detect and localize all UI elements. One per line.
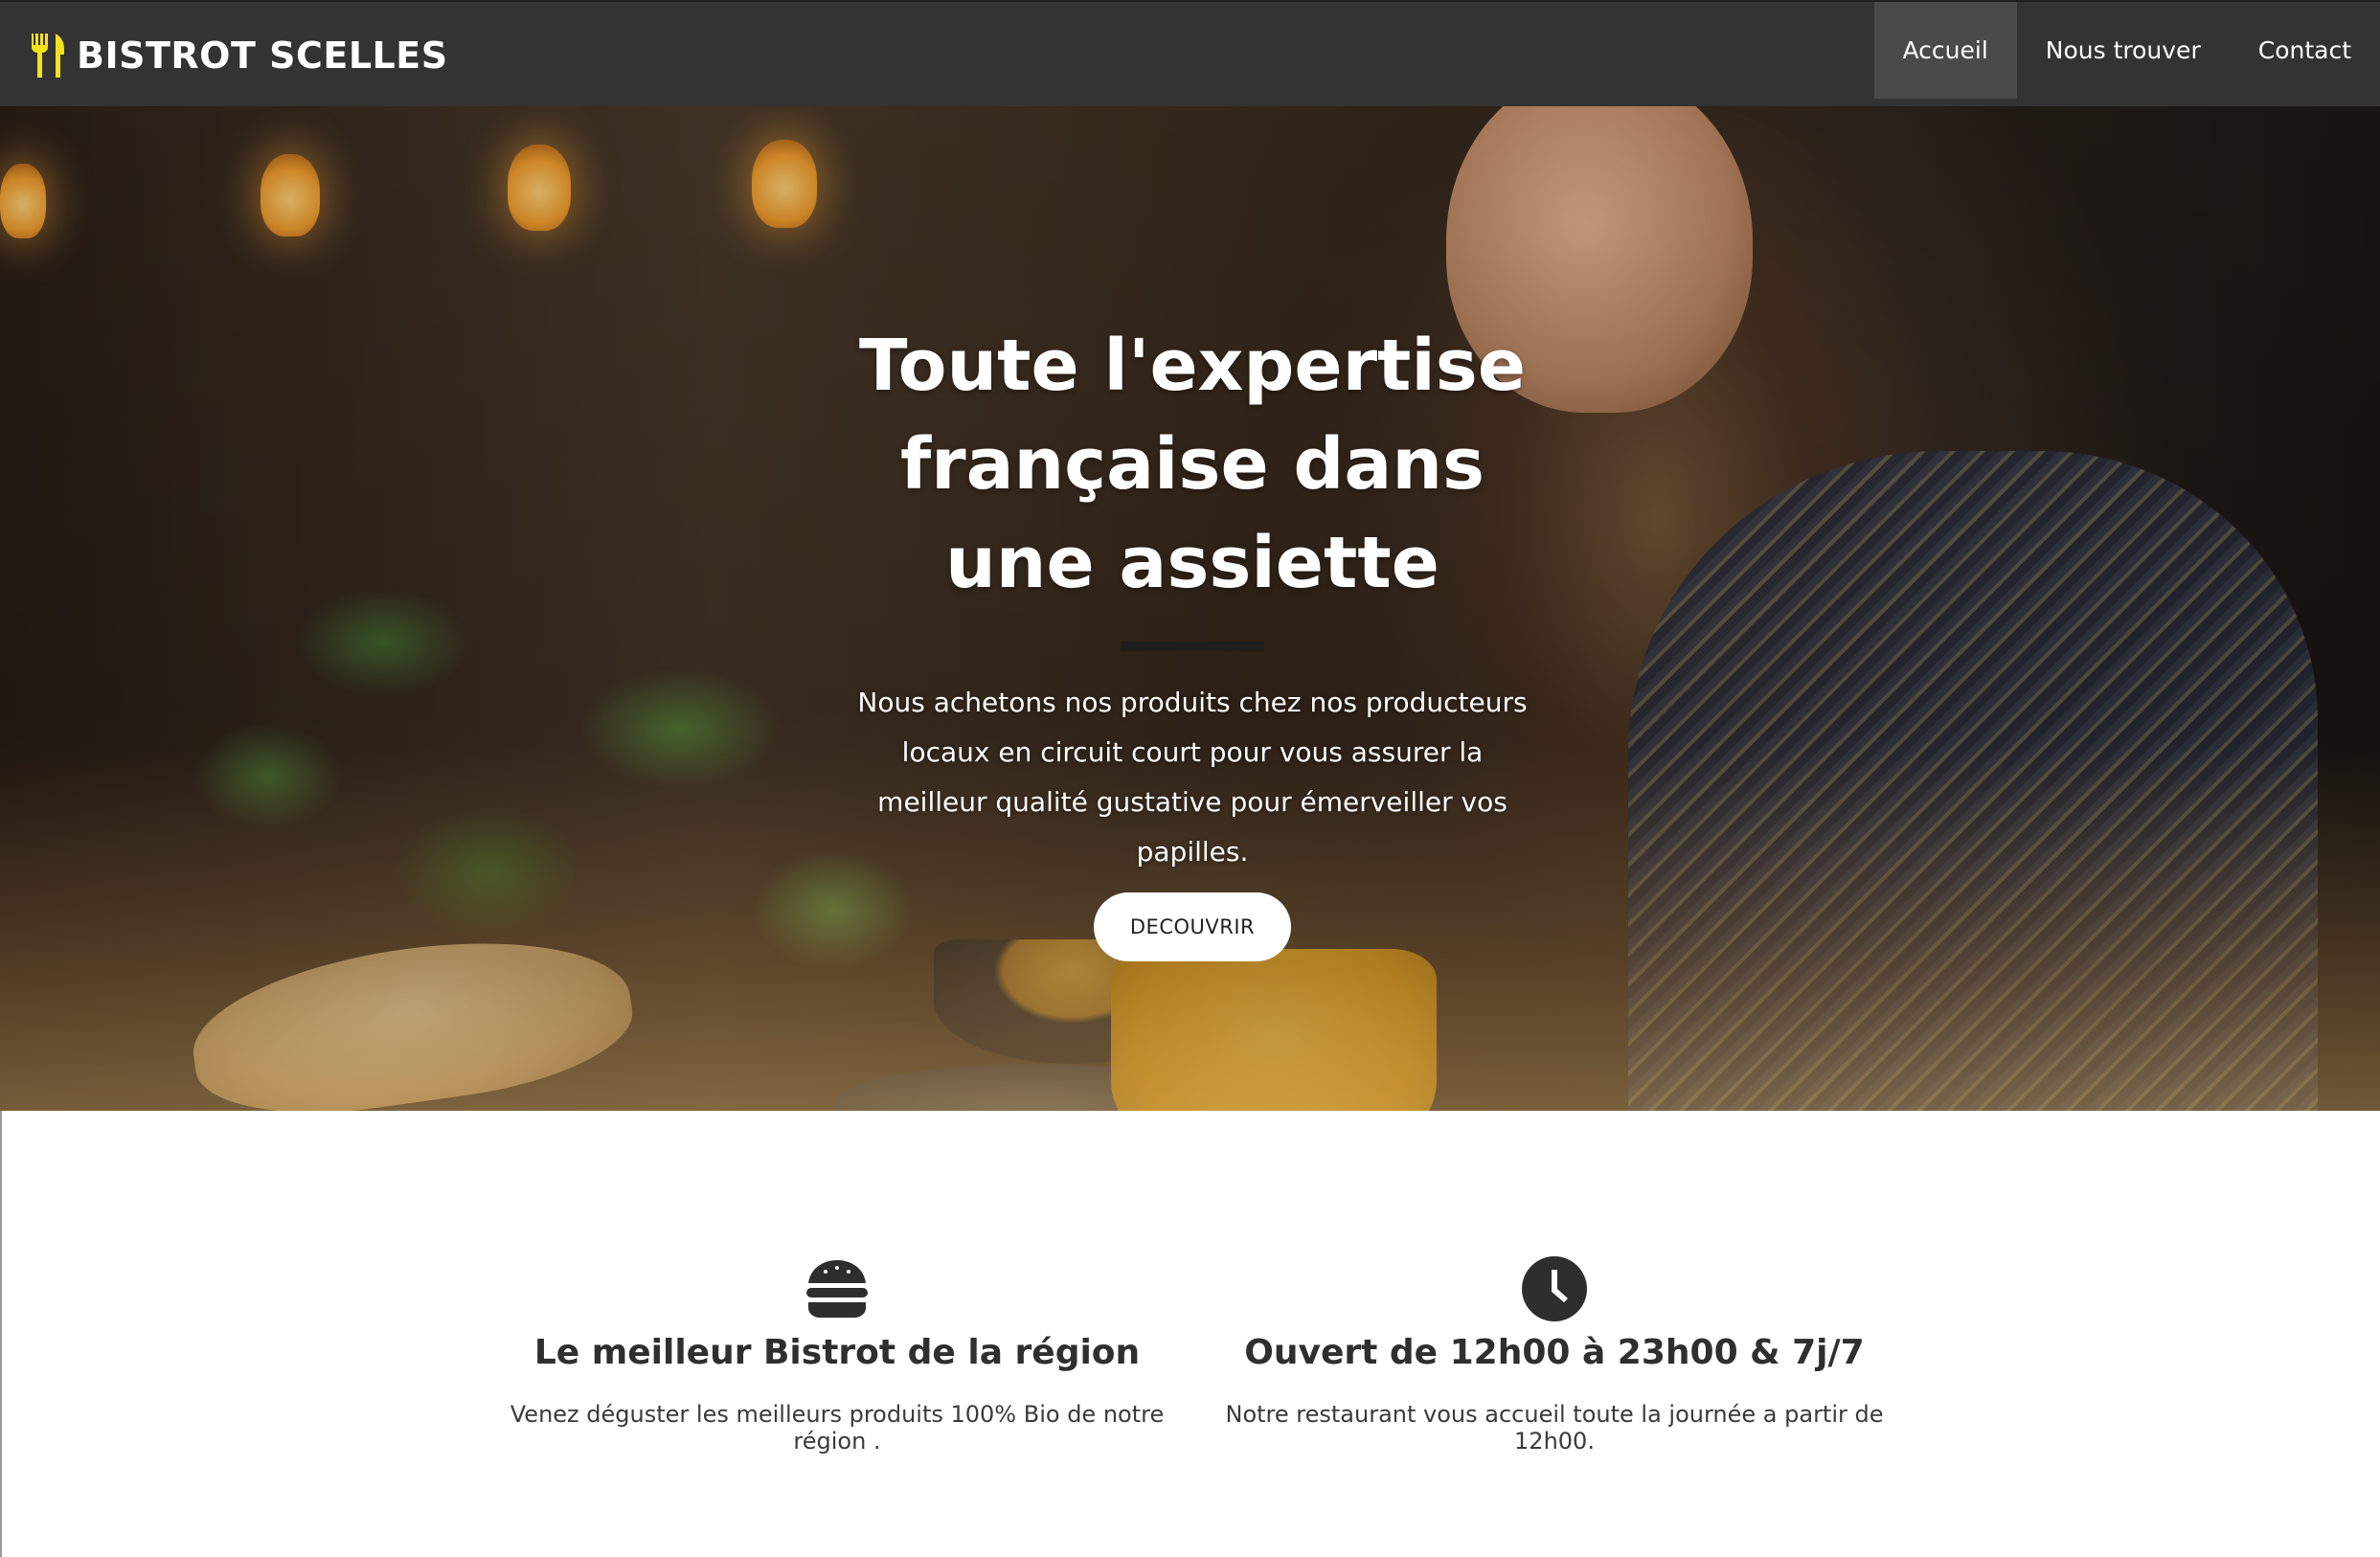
feature-title: Le meilleur Bistrot de la région [533, 1333, 1141, 1372]
brand-logo[interactable]: BISTROT SCELLES [29, 29, 448, 82]
hero-title: Toute l'expertise française dans une ass… [843, 317, 1542, 613]
feature-description: Venez déguster les meilleurs produits 10… [510, 1401, 1165, 1455]
feature-description: Notre restaurant vous accueil toute la j… [1225, 1401, 1884, 1455]
hero-section: Toute l'expertise française dans une ass… [0, 106, 2380, 1111]
hero-title-line: Toute l'expertise [858, 325, 1527, 407]
feature-opening-hours: Ouvert de 12h00 à 23h00 & 7j/7 Notre res… [1190, 1254, 1918, 1455]
utensils-icon [29, 32, 67, 79]
feature-title: Ouvert de 12h00 à 23h00 & 7j/7 [1244, 1333, 1865, 1372]
nav-menu: Accueil Nous trouver Contact [1873, 2, 2380, 99]
hero-title-line: une assiette [945, 522, 1439, 604]
hero-title-line: française dans [899, 423, 1485, 506]
hero-content: Toute l'expertise française dans une ass… [843, 317, 1542, 961]
burger-icon [473, 1254, 1201, 1323]
features-section: Le meilleur Bistrot de la région Venez d… [0, 1111, 2380, 1557]
hero-divider [1121, 642, 1264, 651]
discover-button[interactable]: DECOUVRIR [1093, 892, 1292, 961]
feature-best-bistrot: Le meilleur Bistrot de la région Venez d… [473, 1254, 1201, 1455]
brand-name: BISTROT SCELLES [77, 34, 448, 77]
hero-description: Nous achetons nos produits chez nos prod… [857, 687, 1528, 868]
navbar: BISTROT SCELLES Accueil Nous trouver Con… [0, 0, 2380, 106]
nav-item-accueil[interactable]: Accueil [1873, 2, 2017, 99]
nav-item-nous-trouver[interactable]: Nous trouver [2017, 2, 2230, 99]
clock-icon [1190, 1254, 1918, 1323]
nav-item-contact[interactable]: Contact [2230, 2, 2380, 99]
